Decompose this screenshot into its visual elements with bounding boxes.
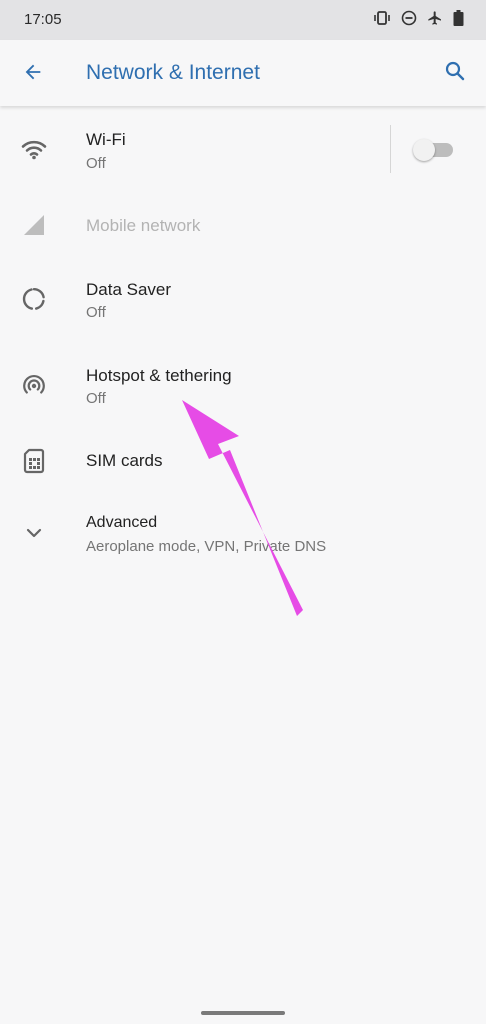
app-bar: Network & Internet [0,40,486,106]
airplane-icon [427,10,443,26]
wifi-icon [20,135,48,163]
sim-cards-title: SIM cards [86,451,163,470]
wifi-toggle[interactable] [413,137,453,161]
hotspot-title: Hotspot & tethering [86,366,232,385]
battery-icon [453,10,464,26]
advanced-setting[interactable]: Advanced Aeroplane mode, VPN, Private DN… [0,506,486,568]
wifi-status: Off [86,155,106,172]
hotspot-icon [20,371,48,399]
toggle-thumb [413,139,435,161]
advanced-title: Advanced [86,514,158,531]
chevron-down-icon [20,519,48,547]
status-time: 17:05 [24,11,62,28]
hotspot-status: Off [86,390,106,407]
wifi-title: Wi-Fi [86,130,126,149]
search-button[interactable] [440,58,470,88]
hotspot-setting[interactable]: Hotspot & tethering Off [0,354,486,418]
arrow-back-icon [22,61,44,88]
status-icons [373,10,464,26]
gesture-nav-handle[interactable] [201,1011,285,1015]
sim-cards-setting[interactable]: SIM cards [0,440,486,496]
data-saver-title: Data Saver [86,280,172,299]
search-icon [443,59,467,88]
do-not-disturb-icon [401,10,417,26]
mobile-network-setting: Mobile network [0,196,486,254]
vibrate-icon [373,11,391,25]
data-saver-icon [20,285,48,313]
page-title: Network & Internet [86,61,260,84]
vertical-divider [390,125,391,173]
back-button[interactable] [16,59,50,89]
mobile-signal-icon [20,211,48,239]
status-bar: 17:05 [0,0,486,40]
advanced-summary: Aeroplane mode, VPN, Private DNS [86,538,327,555]
sim-card-icon [20,447,48,475]
mobile-network-title: Mobile network [86,216,201,235]
data-saver-status: Off [86,304,106,321]
data-saver-setting[interactable]: Data Saver Off [0,268,486,332]
